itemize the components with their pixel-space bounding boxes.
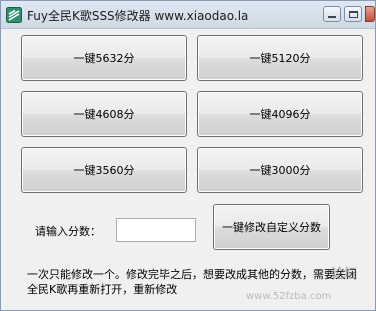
window-title: Fuy全民K歌SSS修改器 www.xiaodao.la — [27, 9, 249, 23]
title-bar[interactable]: Fuy全民K歌SSS修改器 www.xiaodao.la — [1, 1, 375, 29]
score-4608-button[interactable]: 一键4608分 — [21, 91, 187, 137]
maximize-icon — [348, 10, 358, 18]
minimize-icon — [328, 16, 336, 18]
score-input[interactable] — [116, 218, 196, 242]
score-5120-button[interactable]: 一键5120分 — [197, 35, 363, 81]
app-icon — [6, 7, 22, 23]
score-5632-button[interactable]: 一键5632分 — [21, 35, 187, 81]
score-4096-button[interactable]: 一键4096分 — [197, 91, 363, 137]
score-input-label: 请输入分数： — [35, 225, 101, 238]
maximize-button[interactable] — [344, 6, 362, 22]
watermark-text: 论坛 — [331, 267, 358, 282]
app-window: Fuy全民K歌SSS修改器 www.xiaodao.la 一键5632分 一键5… — [0, 0, 376, 311]
close-button[interactable] — [365, 6, 375, 22]
score-3560-button[interactable]: 一键3560分 — [21, 147, 187, 193]
score-3000-button[interactable]: 一键3000分 — [197, 147, 363, 193]
watermark-url: www.52fzba.com — [246, 291, 332, 302]
custom-score-button[interactable]: 一键修改自定义分数 — [213, 204, 330, 250]
minimize-button[interactable] — [323, 6, 341, 22]
